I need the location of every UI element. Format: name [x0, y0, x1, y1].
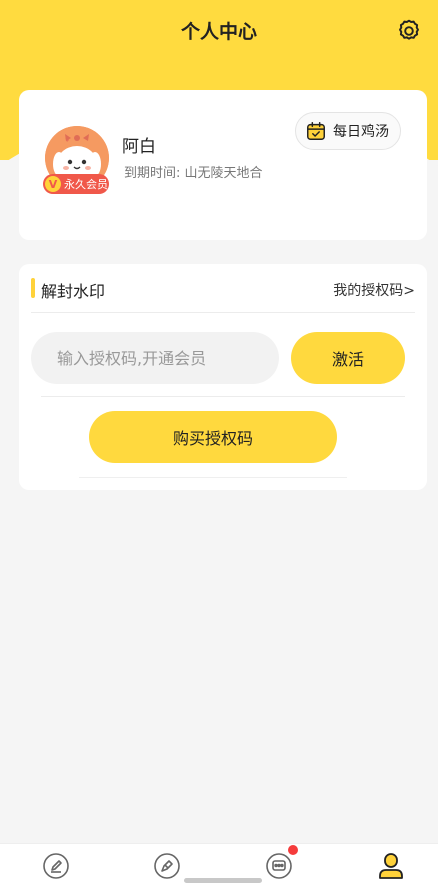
divider: [41, 396, 405, 397]
section-title: 解封水印: [41, 282, 106, 301]
page-title: 个人中心: [180, 21, 257, 43]
member-badge-label: 永久会员: [64, 178, 108, 191]
divider: [31, 312, 415, 313]
vip-v-icon: V: [45, 176, 61, 192]
message-icon[interactable]: [265, 852, 293, 880]
my-auth-codes-link[interactable]: 我的授权码>: [333, 280, 415, 300]
pen-icon[interactable]: [153, 852, 181, 880]
expire-time: 到期时间: 山无陵天地合: [124, 166, 263, 181]
section-accent-bar: [31, 278, 35, 298]
notification-dot: [288, 845, 298, 855]
calendar-check-icon: [307, 122, 325, 140]
buy-auth-code-button[interactable]: 购买授权码: [89, 411, 337, 463]
profile-card: V 永久会员 阿白 到期时间: 山无陵天地合 每日鸡汤: [19, 90, 427, 240]
auth-code-input[interactable]: [31, 332, 279, 384]
activate-button[interactable]: 激活: [291, 332, 405, 384]
user-name: 阿白: [122, 137, 156, 157]
daily-soup-label: 每日鸡汤: [333, 124, 389, 140]
edit-icon[interactable]: [42, 852, 70, 880]
daily-soup-button[interactable]: 每日鸡汤: [295, 112, 401, 150]
home-indicator: [184, 878, 262, 883]
user-icon[interactable]: [377, 852, 405, 880]
settings-gear-icon[interactable]: [396, 18, 422, 44]
member-badge: V 永久会员: [43, 174, 109, 194]
unlock-watermark-card: 解封水印 我的授权码> 激活 购买授权码: [19, 264, 427, 490]
divider: [79, 477, 347, 478]
